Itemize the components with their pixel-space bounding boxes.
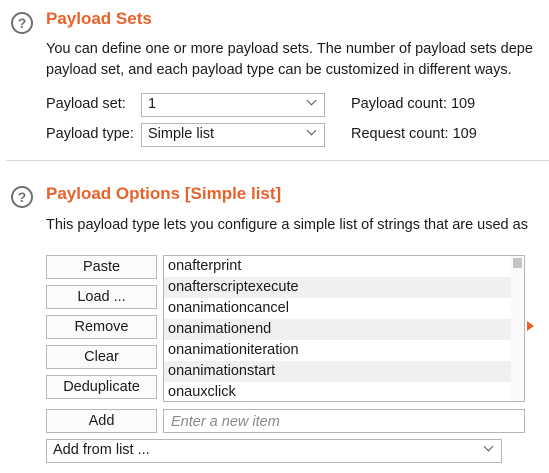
- help-icon[interactable]: ?: [11, 186, 33, 208]
- deduplicate-button[interactable]: Deduplicate: [46, 375, 157, 399]
- list-item[interactable]: onanimationcancel: [164, 298, 511, 319]
- clear-button[interactable]: Clear: [46, 345, 157, 369]
- payload-count: Payload count: 109: [351, 96, 476, 112]
- chevron-down-icon: [307, 127, 316, 136]
- payload-type-label: Payload type:: [46, 126, 134, 142]
- list-item[interactable]: onafterprint: [164, 256, 511, 277]
- payload-list[interactable]: onafterprint onafterscriptexecute onanim…: [163, 255, 525, 402]
- request-count: Request count: 109: [351, 126, 477, 142]
- section-divider: [6, 160, 549, 161]
- payload-type-value: Simple list: [148, 126, 215, 142]
- load-button[interactable]: Load ...: [46, 285, 157, 309]
- payload-options-title: Payload Options [Simple list]: [46, 184, 282, 203]
- help-icon[interactable]: ?: [11, 12, 33, 34]
- list-item[interactable]: onanimationiteration: [164, 340, 511, 361]
- add-button[interactable]: Add: [46, 409, 157, 433]
- chevron-down-icon: [484, 443, 493, 452]
- add-from-list-value: Add from list ...: [53, 442, 150, 458]
- scrollbar-thumb[interactable]: [513, 258, 522, 268]
- list-item[interactable]: onanimationend: [164, 319, 511, 340]
- payload-set-value: 1: [148, 96, 157, 112]
- remove-button[interactable]: Remove: [46, 315, 157, 339]
- list-scrollbar[interactable]: [511, 256, 524, 401]
- payload-sets-title: Payload Sets: [46, 9, 152, 28]
- list-item[interactable]: onafterscriptexecute: [164, 277, 511, 298]
- payload-set-select[interactable]: 1: [141, 93, 325, 117]
- chevron-down-icon: [307, 97, 316, 106]
- payload-set-label: Payload set:: [46, 96, 126, 112]
- payload-options-description: This payload type lets you configure a s…: [46, 217, 528, 233]
- payload-sets-description-line2: payload set, and each payload type can b…: [46, 62, 512, 78]
- payload-sets-description-line1: You can define one or more payload sets.…: [46, 41, 533, 57]
- paste-button[interactable]: Paste: [46, 255, 157, 279]
- expand-arrow-icon[interactable]: [527, 321, 534, 331]
- list-item[interactable]: onauxclick: [164, 382, 511, 401]
- add-from-list-select[interactable]: Add from list ...: [46, 439, 502, 463]
- new-item-input[interactable]: [163, 409, 525, 433]
- payload-type-select[interactable]: Simple list: [141, 123, 325, 147]
- list-item[interactable]: onanimationstart: [164, 361, 511, 382]
